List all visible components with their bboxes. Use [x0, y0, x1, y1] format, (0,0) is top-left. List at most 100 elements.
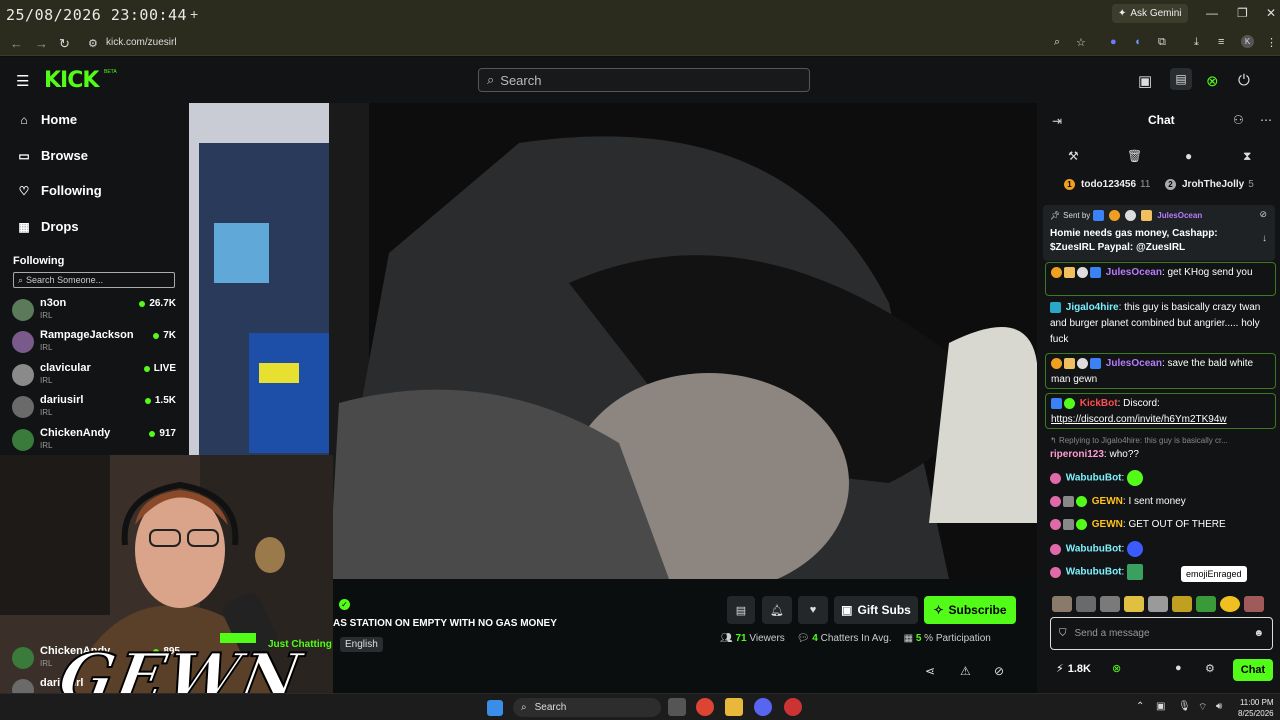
audio-icon[interactable]: ◖	[1134, 36, 1141, 48]
chat-message[interactable]: JulesOcean: save the bald white man gewn	[1045, 353, 1276, 389]
emote-icon[interactable]	[1172, 596, 1192, 612]
chat-message[interactable]: riperoni123: who??	[1050, 447, 1276, 463]
layout-icon[interactable]: ▤	[1170, 68, 1192, 90]
chat-username[interactable]: Jigalo4hire	[1066, 302, 1119, 313]
new-tab-button[interactable]: +	[190, 6, 198, 22]
nav-following[interactable]: ♡ Following	[17, 183, 102, 198]
tray-chevron-icon[interactable]: ⌃	[1136, 701, 1144, 712]
chat-message[interactable]: Jigalo4hire: this guy is basically crazy…	[1050, 300, 1276, 348]
chat-username[interactable]: WabubuBot	[1066, 544, 1122, 555]
emoji-icon[interactable]: ☻	[1253, 628, 1264, 639]
chat-username[interactable]: JulesOcean	[1106, 267, 1162, 278]
chat-bubble-icon[interactable]: ●	[1185, 149, 1192, 163]
chat-username[interactable]: GEWN	[1092, 519, 1123, 530]
follow-heart-icon[interactable]: ♥	[798, 596, 828, 624]
chrome-icon[interactable]	[696, 698, 714, 716]
download-icon[interactable]: ⤓	[1194, 36, 1199, 49]
kick-wallet-icon[interactable]: ⊗	[1206, 72, 1219, 90]
emote-icon[interactable]	[1052, 596, 1072, 612]
user-settings-icon[interactable]: ⚇	[1233, 113, 1244, 127]
profile-avatar[interactable]: K	[1241, 35, 1254, 48]
hamburger-menu-icon[interactable]: ☰	[16, 72, 29, 90]
send-chat-button[interactable]: Chat	[1233, 659, 1273, 681]
followed-channel[interactable]: ChickenAndy IRL 917	[12, 427, 176, 457]
search-input[interactable]: ⌕ Search	[478, 68, 810, 92]
pinned-message[interactable]: 📌︎ Sent by JulesOcean Homie needs gas mo…	[1043, 205, 1275, 261]
minimize-icon[interactable]: —	[1206, 6, 1218, 20]
task-view-icon[interactable]	[668, 698, 686, 716]
bookmark-star-icon[interactable]: ☆	[1076, 36, 1086, 49]
subscribe-button[interactable]: ✧ Subscribe	[924, 596, 1016, 624]
following-search-input[interactable]: ⌕ Search Someone...	[13, 272, 175, 288]
clip-icon[interactable]: ▤	[727, 596, 755, 624]
media-controls-icon[interactable]: ≡	[1218, 36, 1224, 48]
back-icon[interactable]: ←	[10, 36, 23, 51]
leaderboard-entry[interactable]: 1 todo123456 11	[1064, 179, 1150, 190]
taskbar-search[interactable]: ⌕ Search	[513, 698, 661, 717]
chat-username[interactable]: JulesOcean	[1106, 358, 1162, 369]
pinned-user[interactable]: JulesOcean	[1157, 211, 1202, 220]
emote-icon[interactable]	[1124, 596, 1144, 612]
chat-username[interactable]: KickBot	[1080, 398, 1118, 409]
reload-icon[interactable]: ↻	[59, 36, 70, 52]
hide-icon[interactable]: ⊘	[994, 664, 1004, 678]
chat-username[interactable]: WabubuBot	[1066, 473, 1122, 484]
wifi-icon[interactable]: ⌔	[1198, 701, 1207, 714]
chat-more-icon[interactable]: ⋯	[1260, 113, 1272, 127]
url-field[interactable]: kick.com/zuesirl	[106, 37, 177, 48]
expand-arrow-icon[interactable]: ↓	[1262, 233, 1267, 244]
hourglass-icon[interactable]: ⧗	[1243, 149, 1251, 164]
microphone-icon[interactable]: 🎙︎	[1178, 701, 1191, 712]
gift-subs-button[interactable]: ▣ Gift Subs	[834, 596, 918, 624]
emote-icon[interactable]	[1076, 596, 1096, 612]
collapse-chat-icon[interactable]: ⇥	[1052, 114, 1062, 128]
language-tag[interactable]: English	[340, 637, 383, 652]
chat-link[interactable]: https://discord.com/invite/h6Ym2TK94w	[1051, 414, 1227, 425]
notification-bell-icon[interactable]: 🔔︎	[762, 596, 792, 624]
discord-icon[interactable]	[754, 698, 772, 716]
nav-browse[interactable]: ▭ Browse	[17, 148, 88, 163]
emote-icon[interactable]	[1220, 596, 1240, 612]
kick-logo[interactable]: KICK	[44, 68, 99, 93]
browser-menu-icon[interactable]: ⋮	[1266, 36, 1277, 49]
trash-icon[interactable]: 🗑︎	[1127, 149, 1142, 163]
chat-message[interactable]: GEWN: GET OUT OF THERE	[1050, 517, 1276, 533]
nav-drops[interactable]: ▦ Drops	[17, 219, 78, 234]
chat-message[interactable]: KickBot: Discord: https://discord.com/in…	[1045, 393, 1276, 429]
chat-username[interactable]: WabubuBot	[1066, 567, 1122, 578]
maximize-icon[interactable]: ❐	[1237, 6, 1248, 20]
followed-channel[interactable]: RampageJackson IRL 7K	[12, 329, 176, 359]
chat-message[interactable]: WabubuBot:	[1050, 541, 1276, 558]
chat-username[interactable]: GEWN	[1092, 496, 1123, 507]
emote-icon[interactable]	[1244, 596, 1264, 612]
share-icon[interactable]: ⋖	[925, 664, 935, 678]
site-info-icon[interactable]: ⚙	[88, 37, 98, 50]
kicks-count[interactable]: ⚡︎ 1.8K	[1056, 662, 1091, 676]
leaderboard-entry[interactable]: 2 JrohTheJolly 5	[1165, 179, 1254, 190]
settings-gear-icon[interactable]: ⚙	[1205, 662, 1215, 675]
emote-icon[interactable]	[1100, 596, 1120, 612]
emote-icon[interactable]	[1196, 596, 1216, 612]
tray-app-icon[interactable]: ▣	[1156, 701, 1165, 712]
nav-home[interactable]: ⌂ Home	[17, 112, 77, 127]
extensions-puzzle-icon[interactable]: ⧉	[1158, 36, 1166, 49]
volume-icon[interactable]: 🔊︎	[1216, 701, 1222, 712]
unpin-icon[interactable]: ⊘	[1259, 209, 1267, 220]
forward-icon[interactable]: →	[35, 36, 48, 51]
theater-mode-icon[interactable]: ▣	[1138, 72, 1152, 90]
ask-gemini-button[interactable]: ✦ Ask Gemini	[1112, 4, 1188, 23]
kick-coin-icon[interactable]: ⊗	[1112, 662, 1121, 675]
chat-input[interactable]: ⛉ Send a message ☻	[1050, 617, 1273, 650]
chat-message[interactable]: GEWN: I sent money	[1050, 494, 1276, 510]
mod-hammer-icon[interactable]: ⚒	[1068, 149, 1079, 163]
chat-message[interactable]: WabubuBot:	[1050, 470, 1276, 487]
chat-options-icon[interactable]: ●	[1175, 662, 1182, 674]
emote-icon[interactable]	[1148, 596, 1168, 612]
zoom-icon[interactable]: ⌕	[1054, 36, 1060, 49]
app-icon[interactable]	[784, 698, 802, 716]
close-icon[interactable]: ✕	[1266, 6, 1276, 20]
chat-message[interactable]: JulesOcean: get KHog send you	[1045, 262, 1276, 296]
user-menu-icon[interactable]: ⏻	[1238, 72, 1250, 89]
file-explorer-icon[interactable]	[725, 698, 743, 716]
report-icon[interactable]: ⚠	[960, 664, 971, 678]
